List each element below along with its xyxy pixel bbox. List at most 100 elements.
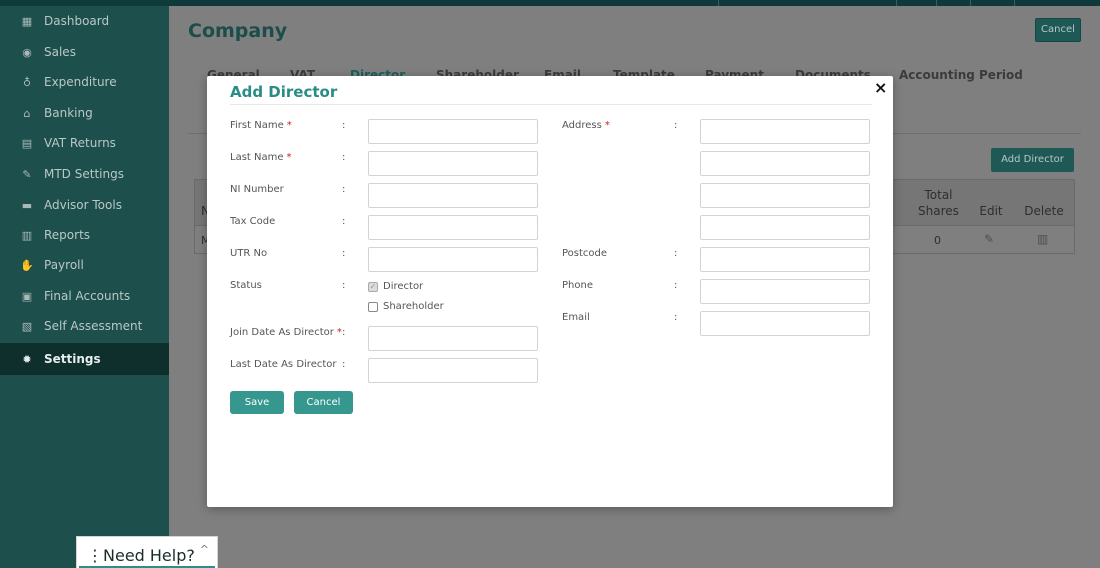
modal-title: Add Director: [230, 83, 338, 101]
shareholder-checkbox[interactable]: Shareholder: [368, 301, 444, 312]
phone-label: Phone: [562, 280, 593, 291]
sidebar-item-label: Advisor Tools: [44, 198, 122, 212]
sidebar-item-reports[interactable]: ▥ Reports: [0, 220, 169, 250]
drag-handle-icon: ⋮: [87, 546, 103, 565]
sidebar: ▦ Dashboard ◉ Sales ♁ Expenditure ⌂ Bank…: [0, 6, 169, 568]
phone-input[interactable]: [700, 279, 870, 304]
address-label: Address *: [562, 120, 610, 131]
table-cell-total-shares: 0: [934, 234, 941, 247]
colon: :: [342, 120, 346, 131]
sidebar-item-label: Dashboard: [44, 14, 110, 28]
sidebar-item-final-accounts[interactable]: ▣ Final Accounts: [0, 281, 169, 311]
sidebar-item-label: Banking: [44, 106, 93, 120]
colon: :: [674, 312, 678, 323]
sidebar-item-label: Reports: [44, 228, 91, 242]
add-director-button[interactable]: Add Director: [991, 148, 1074, 172]
postcode-label: Postcode: [562, 248, 608, 259]
column-header-edit: Edit: [979, 204, 1003, 218]
sidebar-item-label: Self Assessment: [44, 319, 143, 333]
address-line-2-input[interactable]: [700, 151, 870, 176]
colon: :: [342, 280, 346, 291]
colon: :: [674, 280, 678, 291]
hand-icon: ✋: [20, 258, 34, 272]
address-line-1-input[interactable]: [700, 119, 870, 144]
colon: :: [342, 359, 346, 370]
last-date-label: Last Date As Director: [230, 359, 337, 370]
join-date-label: Join Date As Director *: [230, 327, 342, 338]
sidebar-item-label: VAT Returns: [44, 136, 116, 150]
grid-icon: ▦: [21, 14, 33, 28]
tab-accounting-period[interactable]: Accounting Period: [899, 68, 1023, 82]
director-option-label: Director: [383, 281, 424, 292]
checkbox-empty-icon: [368, 301, 378, 312]
last-name-label: Last Name *: [230, 152, 292, 163]
cancel-button[interactable]: Cancel: [1035, 18, 1081, 42]
sales-icon: ◉: [22, 45, 32, 59]
tax-code-input[interactable]: [368, 215, 538, 240]
need-help-label: ⋮Need Help?: [87, 546, 195, 565]
director-checkbox[interactable]: ✓ Director: [368, 281, 423, 292]
address-line-4-input[interactable]: [700, 215, 870, 240]
page-title: Company: [188, 20, 288, 42]
need-help-widget[interactable]: ⋮Need Help? ^: [76, 536, 218, 568]
gear-icon: ✹: [22, 352, 32, 366]
colon: :: [342, 327, 346, 338]
column-header-total-shares: Total Shares: [918, 188, 959, 218]
ni-number-label: NI Number: [230, 184, 284, 195]
form-icon: ▧: [21, 319, 33, 333]
sidebar-item-self-assessment[interactable]: ▧ Self Assessment: [0, 311, 169, 341]
last-date-input[interactable]: [368, 358, 538, 383]
sidebar-item-advisor-tools[interactable]: ▬ Advisor Tools: [0, 190, 169, 220]
colon: :: [674, 248, 678, 259]
book-icon: ▣: [21, 289, 33, 303]
colon: :: [342, 216, 346, 227]
sidebar-item-label: Sales: [44, 45, 76, 59]
shareholder-option-label: Shareholder: [383, 301, 444, 312]
sidebar-item-settings[interactable]: ✹ Settings: [0, 343, 169, 375]
status-label: Status: [230, 280, 262, 291]
close-icon[interactable]: ×: [874, 78, 887, 97]
sidebar-item-mtd-settings[interactable]: ✎ MTD Settings: [0, 159, 169, 189]
column-header-delete: Delete: [1024, 204, 1064, 218]
utr-no-label: UTR No: [230, 248, 268, 259]
cancel-button[interactable]: Cancel: [294, 391, 353, 414]
checkmark-icon: ✓: [368, 281, 378, 292]
tax-code-label: Tax Code: [230, 216, 276, 227]
edit-icon[interactable]: ✎: [984, 232, 994, 246]
pencil-icon: ✎: [22, 167, 32, 181]
sidebar-item-label: Payroll: [44, 258, 84, 272]
chevron-up-icon[interactable]: ^: [200, 543, 209, 556]
sidebar-item-banking[interactable]: ⌂ Banking: [0, 98, 169, 128]
moneybag-icon: ♁: [22, 75, 32, 89]
save-button[interactable]: Save: [230, 391, 284, 414]
colon: :: [674, 120, 678, 131]
trash-icon[interactable]: ▥: [1037, 232, 1048, 246]
sidebar-item-payroll[interactable]: ✋ Payroll: [0, 250, 169, 280]
sidebar-item-vat-returns[interactable]: ▤ VAT Returns: [0, 128, 169, 158]
colon: :: [342, 248, 346, 259]
bank-icon: ⌂: [23, 106, 31, 120]
sidebar-item-label: Final Accounts: [44, 289, 131, 303]
utr-no-input[interactable]: [368, 247, 538, 272]
sidebar-item-label: Settings: [44, 352, 101, 366]
email-input[interactable]: [700, 311, 870, 336]
sidebar-item-sales[interactable]: ◉ Sales: [0, 37, 169, 67]
postcode-input[interactable]: [700, 247, 870, 272]
report-icon: ▥: [21, 228, 33, 242]
email-label: Email: [562, 312, 590, 323]
first-name-label: First Name *: [230, 120, 292, 131]
last-name-input[interactable]: [368, 151, 538, 176]
ni-number-input[interactable]: [368, 183, 538, 208]
sidebar-item-label: MTD Settings: [44, 167, 124, 181]
colon: :: [342, 184, 346, 195]
modal-divider: [230, 104, 872, 105]
sidebar-item-label: Expenditure: [44, 75, 117, 89]
sidebar-item-dashboard[interactable]: ▦ Dashboard: [0, 6, 169, 36]
add-director-modal: Add Director × First Name * : Last Name * …: [207, 76, 893, 507]
document-icon: ▤: [21, 136, 33, 150]
address-line-3-input[interactable]: [700, 183, 870, 208]
sidebar-item-expenditure[interactable]: ♁ Expenditure: [0, 67, 169, 97]
join-date-input[interactable]: [368, 326, 538, 351]
first-name-input[interactable]: [368, 119, 538, 144]
colon: :: [342, 152, 346, 163]
